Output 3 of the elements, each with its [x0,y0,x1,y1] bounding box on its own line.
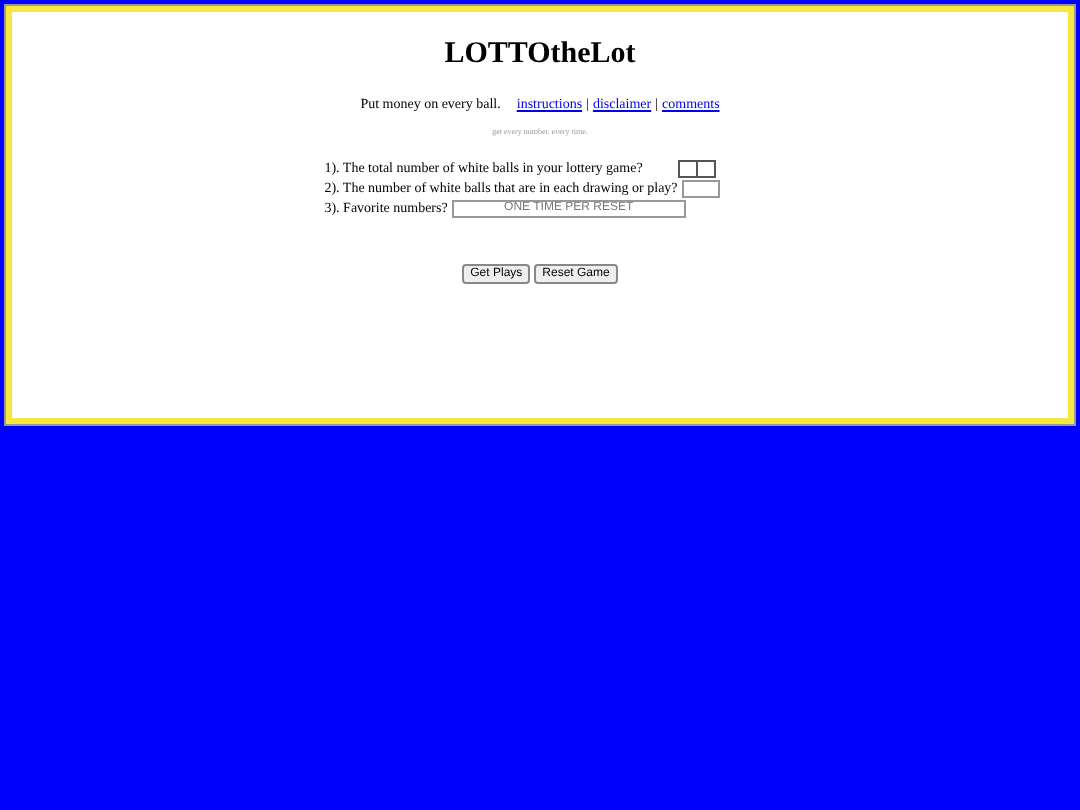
input-field[interactable] [681,180,720,198]
page-title: LOTTOtheLot [444,40,636,70]
select-field[interactable] [678,160,717,178]
